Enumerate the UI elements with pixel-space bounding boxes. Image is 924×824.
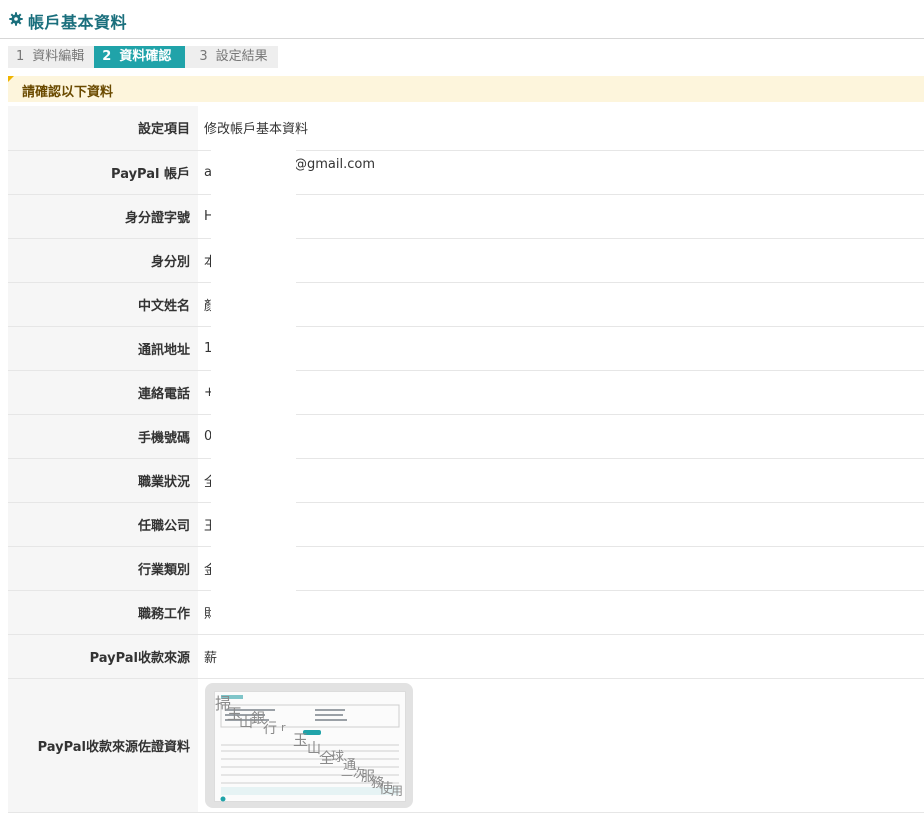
row-label: 行業類別: [8, 546, 198, 591]
row-label: 任職公司: [8, 502, 198, 547]
row-label: 職務工作: [8, 590, 198, 635]
row-label: 連絡電話: [8, 370, 198, 415]
row-label: PayPal收款來源佐證資料: [8, 678, 198, 813]
svg-text:用: 用: [391, 784, 403, 798]
row-value: +: [198, 370, 924, 415]
row-label: 身分證字號: [8, 194, 198, 239]
row-value: 薪: [198, 634, 924, 679]
table-row: PayPal 帳戶 a @gmail.com: [8, 150, 924, 195]
step-1: 1 資料編輯: [8, 46, 95, 68]
step-3-label: 設定結果: [215, 49, 268, 64]
row-label: 職業狀況: [8, 458, 198, 503]
step-2-label: 資料確認: [119, 49, 172, 64]
row-value: 玉: [198, 502, 924, 547]
step-1-label: 資料編輯: [32, 49, 85, 64]
step-3: 3 設定結果: [185, 46, 278, 68]
thumbnail-watermark: 掃 玉 山 銀 行 r 玉 山 全 球 通 — 次 服 務 使 用: [215, 694, 403, 798]
table-row: 中文姓名 顏: [8, 282, 924, 327]
table-row: 身分別 本: [8, 238, 924, 283]
row-value: 顏: [198, 282, 924, 327]
svg-text:玉: 玉: [293, 731, 308, 749]
proof-document-thumbnail[interactable]: 掃 玉 山 銀 行 r 玉 山 全 球 通 — 次 服 務 使 用: [205, 682, 413, 808]
row-value: H: [198, 194, 924, 239]
table-row: 手機號碼 0: [8, 414, 924, 459]
row-label: PayPal 帳戶: [8, 150, 198, 195]
row-value: 財: [198, 590, 924, 635]
table-row: 任職公司 玉: [8, 502, 924, 547]
table-row: 通訊地址 1: [8, 326, 924, 371]
row-label: 通訊地址: [8, 326, 198, 371]
row-label: 手機號碼: [8, 414, 198, 459]
row-value: 本: [198, 238, 924, 283]
svg-text:r: r: [281, 721, 286, 734]
confirm-banner: 請確認以下資料: [8, 76, 924, 102]
step-indicator: 1 資料編輯 2 資料確認 3 設定結果: [8, 46, 278, 68]
page-title: 帳戶基本資料: [28, 13, 128, 32]
paypal-account-domain: @gmail.com: [294, 156, 376, 172]
table-row: 設定項目 修改帳戶基本資料: [8, 106, 924, 151]
row-label: 設定項目: [8, 106, 198, 151]
row-label: 身分別: [8, 238, 198, 283]
row-value: 1: [198, 326, 924, 371]
table-row: 連絡電話 +: [8, 370, 924, 415]
row-value: 0: [198, 414, 924, 459]
row-value-attachment: 掃 玉 山 銀 行 r 玉 山 全 球 通 — 次 服 務 使 用: [198, 678, 924, 813]
page-header: 帳戶基本資料: [0, 0, 924, 39]
step-1-number: 1: [16, 49, 25, 64]
confirmation-table: 設定項目 修改帳戶基本資料 PayPal 帳戶 a @gmail.com 身分證字…: [8, 106, 924, 813]
row-value: 全: [198, 458, 924, 503]
step-2-active: 2 資料確認: [94, 46, 194, 68]
table-row: 行業類別 金: [8, 546, 924, 591]
table-row: 身分證字號 H: [8, 194, 924, 239]
table-row: PayPal收款來源 薪: [8, 634, 924, 679]
table-row: 職業狀況 全: [8, 458, 924, 503]
row-value: 金: [198, 546, 924, 591]
row-value-paypal-account: a @gmail.com: [198, 150, 924, 195]
row-label: PayPal收款來源: [8, 634, 198, 679]
banner-corner-marker: [8, 76, 14, 82]
svg-text:行: 行: [263, 721, 277, 737]
step-2-number: 2: [102, 49, 112, 64]
table-row: 職務工作 財: [8, 590, 924, 635]
table-row: PayPal收款來源佐證資料 掃 玉 山 銀 行 r 玉 山 全 球 通 — 次…: [8, 678, 924, 813]
step-3-number: 3: [199, 49, 208, 64]
confirm-banner-text: 請確認以下資料: [22, 85, 114, 100]
redaction-block: [211, 150, 296, 634]
svg-text:—: —: [341, 768, 353, 782]
row-value: 修改帳戶基本資料: [198, 106, 924, 151]
row-label: 中文姓名: [8, 282, 198, 327]
gear-icon: [9, 12, 23, 26]
